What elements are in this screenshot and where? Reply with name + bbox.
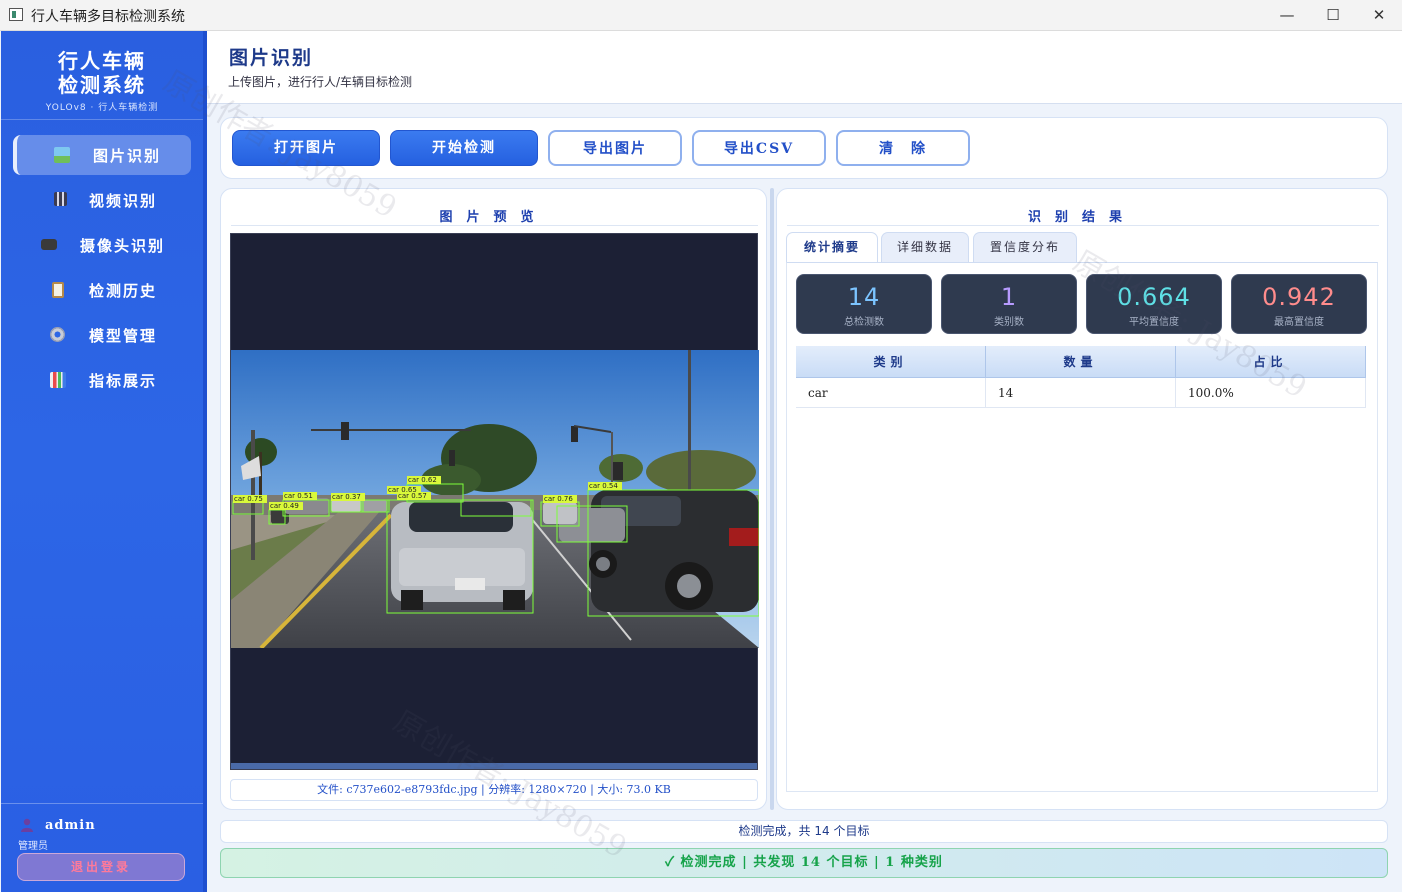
detection-label: car 0.37 [332, 493, 361, 501]
street-scene-svg: car 0.75 car 0.49 car 0.51 car 0.37 car … [231, 350, 759, 648]
results-title: 识别结果 [1027, 210, 1136, 225]
action-toolbar: 打开图片 开始检测 导出图片 导出CSV 清 除 [220, 117, 1388, 179]
sidebar-item-label: 视频识别 [89, 192, 158, 210]
sidebar-item-label: 检测历史 [89, 282, 158, 300]
logout-button[interactable]: 退出登录 [17, 853, 185, 881]
stat-card-avg-confidence: 0.664 平均置信度 [1086, 274, 1222, 334]
file-info: 文件: c737e602-e8793fdc.jpg | 分辨率: 1280×72… [230, 779, 758, 801]
sidebar-item-detection-history[interactable]: 检测历史 [13, 270, 191, 310]
sidebar-item-metrics-display[interactable]: 指标展示 [13, 360, 191, 400]
stat-label: 最高置信度 [1274, 317, 1324, 328]
status-line: 检测完成，共 14 个目标 [220, 820, 1388, 843]
user-divider [1, 803, 203, 804]
clipboard-icon [52, 282, 64, 298]
sidebar-edge [203, 31, 207, 892]
stat-value: 0.664 [1117, 283, 1191, 311]
detection-label: car 0.57 [398, 492, 427, 500]
brand-divider [1, 119, 203, 120]
sidebar-item-model-management[interactable]: 模型管理 [13, 315, 191, 355]
user-icon [21, 818, 33, 832]
clear-button[interactable]: 清 除 [836, 130, 970, 166]
horizontal-scrollbar[interactable] [231, 763, 757, 769]
header-divider [207, 103, 1402, 104]
close-button[interactable]: ✕ [1356, 0, 1402, 30]
window-title: 行人车辆多目标检测系统 [31, 9, 185, 25]
column-header-class[interactable]: 类别 [796, 346, 986, 378]
sidebar: 行人车辆 检测系统 YOLOv8 · 行人车辆检测 图片识别 视频识别 摄像头识… [1, 31, 203, 892]
summary-tab-pane [786, 262, 1378, 792]
column-header-count[interactable]: 数量 [986, 346, 1176, 378]
sidebar-item-video-recognition[interactable]: 视频识别 [13, 180, 191, 220]
tab-confidence-distribution[interactable]: 置信度分布 [973, 232, 1077, 262]
detection-image: car 0.75 car 0.49 car 0.51 car 0.37 car … [231, 350, 759, 648]
detection-label: car 0.49 [270, 502, 299, 510]
user-role: 管理员 [18, 841, 48, 852]
app-icon [9, 8, 23, 21]
detection-label: car 0.54 [589, 482, 618, 490]
stat-label: 类别数 [994, 317, 1024, 328]
stat-value: 0.942 [1262, 283, 1336, 311]
brand-subtitle: YOLOv8 · 行人车辆检测 [45, 103, 159, 113]
detection-label: car 0.75 [234, 495, 263, 503]
image-preview[interactable]: car 0.75 car 0.49 car 0.51 car 0.37 car … [230, 233, 759, 770]
status-bar: ✓ 检测完成 | 共发现 14 个目标 | 1 种类别 [220, 848, 1388, 878]
brand-title: 行人车辆 检测系统 [1, 49, 203, 97]
gear-icon [50, 327, 65, 342]
stat-label: 总检测数 [844, 317, 884, 328]
detection-label: car 0.51 [284, 492, 313, 500]
sidebar-item-label: 模型管理 [89, 327, 158, 345]
camera-icon [41, 239, 57, 250]
brand-line1: 行人车辆 [58, 49, 146, 73]
stat-value: 14 [847, 283, 881, 311]
stat-card-max-confidence: 0.942 最高置信度 [1231, 274, 1367, 334]
user-name: admin [45, 818, 96, 833]
panel-splitter[interactable] [770, 188, 774, 810]
table-cell-count[interactable]: 14 [986, 378, 1176, 408]
window-titlebar: 行人车辆多目标检测系统 — ☐ ✕ [0, 0, 1402, 31]
sidebar-item-label: 摄像头识别 [80, 237, 166, 255]
maximize-button[interactable]: ☐ [1310, 0, 1356, 30]
table-cell-class[interactable]: car [796, 378, 986, 408]
video-clapper-icon [54, 192, 67, 206]
stat-value: 1 [1000, 283, 1018, 311]
bar-chart-icon [50, 372, 66, 388]
start-detection-button[interactable]: 开始检测 [390, 130, 538, 166]
column-header-ratio[interactable]: 占比 [1176, 346, 1366, 378]
page-title: 图片识别 [229, 47, 314, 69]
sidebar-item-image-recognition[interactable]: 图片识别 [13, 135, 191, 175]
stat-label: 平均置信度 [1129, 317, 1179, 328]
tab-summary[interactable]: 统计摘要 [786, 232, 878, 262]
sidebar-item-camera-recognition[interactable]: 摄像头识别 [13, 225, 191, 265]
tab-detail-data[interactable]: 详细数据 [881, 232, 969, 262]
preview-title: 图片预览 [439, 210, 548, 225]
table-cell-ratio[interactable]: 100.0% [1176, 378, 1366, 408]
results-title-underline [787, 225, 1379, 226]
brand-line2: 检测系统 [58, 73, 146, 97]
export-image-button[interactable]: 导出图片 [548, 130, 682, 166]
minimize-button[interactable]: — [1264, 0, 1310, 30]
detection-label: car 0.76 [544, 495, 573, 503]
preview-title-underline [231, 225, 758, 226]
page-subtitle: 上传图片，进行行人/车辆目标检测 [228, 75, 413, 89]
page-header: 图片识别 上传图片，进行行人/车辆目标检测 [207, 31, 1402, 103]
sidebar-item-label: 指标展示 [89, 372, 158, 390]
stat-card-classes: 1 类别数 [941, 274, 1077, 334]
detection-label: car 0.62 [408, 476, 437, 484]
stat-card-total: 14 总检测数 [796, 274, 932, 334]
image-icon [54, 147, 70, 163]
open-image-button[interactable]: 打开图片 [232, 130, 380, 166]
export-csv-button[interactable]: 导出CSV [692, 130, 826, 166]
sidebar-item-label: 图片识别 [93, 147, 162, 165]
